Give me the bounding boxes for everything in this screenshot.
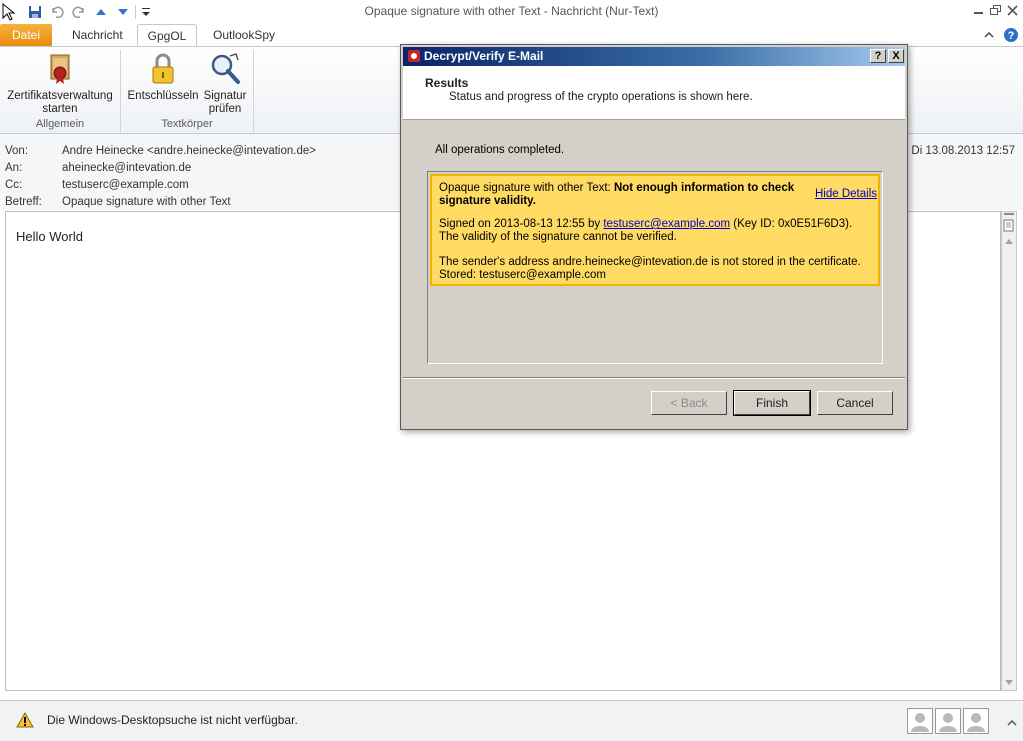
signer-link[interactable]: testuserc@example.com xyxy=(603,218,730,230)
decrypt-button[interactable]: Entschlüsseln xyxy=(126,52,200,103)
from-value[interactable]: Andre Heinecke <andre.heinecke@intevatio… xyxy=(62,145,316,157)
help-icon[interactable]: ? xyxy=(1003,27,1020,44)
svg-text:?: ? xyxy=(1008,30,1015,42)
certificate-icon xyxy=(43,52,77,86)
scroll-grip xyxy=(1004,213,1014,215)
verify-signature-label-line2: prüfen xyxy=(208,103,242,115)
tab-gpgol[interactable]: GpgOL xyxy=(137,24,197,47)
dialog-close-button[interactable]: X xyxy=(888,49,904,63)
result-panel: Opaque signature with other Text: Not en… xyxy=(427,171,883,364)
contact-photo-icon[interactable] xyxy=(935,708,961,734)
decrypt-label: Entschlüsseln xyxy=(127,90,199,102)
decrypt-verify-dialog: Decrypt/Verify E-Mail ? X Results Status… xyxy=(400,44,908,430)
certificate-manager-label-line1: Zertifikatsverwaltung xyxy=(7,90,113,102)
message-text: Hello World xyxy=(16,229,83,244)
scroll-up-icon[interactable] xyxy=(1003,236,1015,248)
page-icon[interactable] xyxy=(1003,219,1015,232)
status-text: Die Windows-Desktopsuche ist nicht verfü… xyxy=(47,713,298,727)
certificate-manager-label-line2: starten xyxy=(42,103,78,115)
back-button[interactable]: < Back xyxy=(651,391,727,415)
result-message: Opaque signature with other Text: Not en… xyxy=(430,174,880,286)
validity-text: The validity of the signature cannot be … xyxy=(439,231,677,243)
scroll-down-icon[interactable] xyxy=(1003,676,1015,688)
group-separator xyxy=(253,50,254,132)
to-value[interactable]: aheinecke@intevation.de xyxy=(62,162,191,174)
sender-details: The sender's address andre.heinecke@inte… xyxy=(439,256,879,282)
restore-button[interactable] xyxy=(987,2,1004,19)
dialog-title-bar: Decrypt/Verify E-Mail ? X xyxy=(403,47,905,66)
verify-signature-button[interactable]: Signatur prüfen xyxy=(200,52,250,116)
cancel-button[interactable]: Cancel xyxy=(817,391,893,415)
subject-label: Betreff: xyxy=(5,196,42,208)
magnifier-icon xyxy=(208,52,242,86)
tab-datei[interactable]: Datei xyxy=(0,24,52,47)
wizard-header: Results Status and progress of the crypt… xyxy=(403,66,905,120)
subject-value: Opaque signature with other Text xyxy=(62,196,231,208)
wizard-header-subtitle: Status and progress of the crypto operat… xyxy=(449,91,753,103)
warning-icon xyxy=(16,711,34,728)
collapse-ribbon-icon[interactable] xyxy=(982,28,998,44)
tab-nachricht[interactable]: Nachricht xyxy=(62,24,133,47)
stored-line: Stored: testuserc@example.com xyxy=(439,269,606,281)
result-bold-line2: signature validity. xyxy=(439,195,536,207)
tab-outlookspy[interactable]: OutlookSpy xyxy=(203,24,285,47)
result-summary: Opaque signature with other Text: Not en… xyxy=(439,182,809,208)
sent-date: Di 13.08.2013 12:57 xyxy=(911,145,1015,157)
group-label-textkoerper: Textkörper xyxy=(161,118,213,130)
signed-prefix: Signed on 2013-08-13 12:55 by xyxy=(439,218,604,230)
key-id: (Key ID: 0x0E51F6D3). xyxy=(730,218,853,230)
expand-people-pane-icon[interactable] xyxy=(1006,717,1018,729)
from-label: Von: xyxy=(5,145,29,157)
to-label: An: xyxy=(5,162,23,174)
dialog-separator xyxy=(403,377,905,379)
group-label-allgemein: Allgemein xyxy=(35,118,85,130)
contact-photo-icon[interactable] xyxy=(907,708,933,734)
status-bar: Die Windows-Desktopsuche ist nicht verfü… xyxy=(0,700,1023,741)
contact-photo-icon[interactable] xyxy=(963,708,989,734)
sender-line: The sender's address andre.heinecke@inte… xyxy=(439,256,861,268)
result-bold-line1: Not enough information to check xyxy=(613,182,795,194)
finish-button[interactable]: Finish xyxy=(733,390,811,416)
padlock-icon xyxy=(146,52,180,86)
result-prefix: Opaque signature with other Text: xyxy=(439,182,614,194)
dialog-title: Decrypt/Verify E-Mail xyxy=(424,49,544,63)
cc-value[interactable]: testuserc@example.com xyxy=(62,179,189,191)
cc-label: Cc: xyxy=(5,179,23,191)
title-bar: Opaque signature with other Text - Nachr… xyxy=(0,0,1023,24)
operation-status: All operations completed. xyxy=(435,144,565,156)
hide-details-link[interactable]: Hide Details xyxy=(815,188,877,200)
window-title: Opaque signature with other Text - Nachr… xyxy=(364,4,659,18)
wizard-header-title: Results xyxy=(425,76,469,90)
dialog-help-button[interactable]: ? xyxy=(870,49,886,63)
certificate-manager-button[interactable]: Zertifikatsverwaltung starten xyxy=(2,52,118,116)
minimize-button[interactable] xyxy=(970,2,987,19)
gpg-app-icon xyxy=(407,49,421,63)
vertical-scrollbar[interactable] xyxy=(1001,211,1017,691)
close-window-button[interactable] xyxy=(1004,2,1021,19)
signature-details: Signed on 2013-08-13 12:55 by testuserc@… xyxy=(439,218,869,244)
verify-signature-label-line1: Signatur xyxy=(203,90,247,102)
